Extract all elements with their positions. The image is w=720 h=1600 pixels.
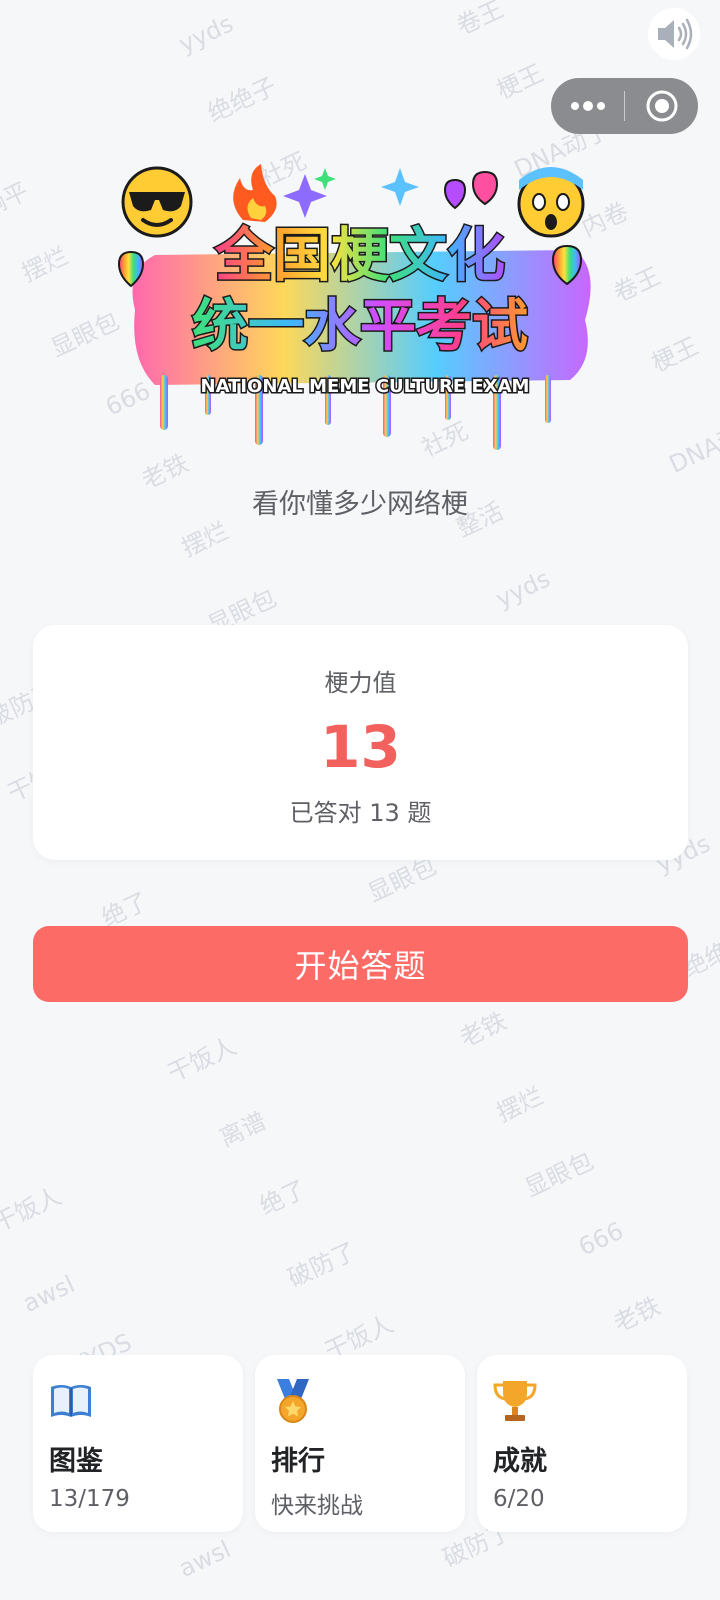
watermark: 绝绝子 [203, 71, 281, 128]
medal-icon [277, 1379, 309, 1423]
ranking-title: 排行 [271, 1446, 325, 1477]
watermark: 破防了 [283, 1236, 361, 1293]
start-quiz-button[interactable]: 开始答题 [33, 926, 688, 1002]
exam-logo: 全国梗文化 统一水平考试 NATIONAL MEME CULTURE EXAM [117, 164, 591, 450]
more-button[interactable] [551, 78, 624, 134]
watermark: 卷王 [452, 0, 508, 41]
watermark: 显眼包 [520, 1146, 598, 1203]
watermark: 躺平 [0, 176, 33, 223]
page-subtitle: 看你懂多少网络梗 [252, 489, 468, 520]
target-icon [646, 90, 677, 122]
shocked-emoji-icon [517, 167, 585, 238]
achievements-card[interactable]: 成就 6/20 [477, 1355, 687, 1532]
watermark: awsl [174, 1535, 235, 1583]
close-miniprogram-button[interactable] [625, 78, 698, 134]
watermark: awsl [18, 1270, 79, 1318]
score-card: 梗力值 13 已答对 13 题 [33, 625, 688, 860]
watermark: 绝了 [255, 1174, 311, 1221]
book-icon [51, 1385, 91, 1417]
watermark: 老铁 [609, 1291, 665, 1338]
logo-line1: 全国梗文化 [214, 221, 505, 289]
watermark: yyds [491, 564, 555, 614]
more-dots-icon [570, 101, 605, 111]
achievements-title: 成就 [493, 1446, 547, 1477]
watermark: 离谱 [215, 1106, 271, 1153]
watermark: 梗王 [492, 58, 548, 105]
ranking-subtitle: 快来挑战 [271, 1493, 363, 1519]
watermark: 显眼包 [46, 306, 124, 363]
watermark: yyds [174, 9, 238, 59]
collection-card[interactable]: 图鉴 13/179 [33, 1355, 243, 1532]
watermark: 梗王 [647, 331, 703, 378]
watermark: 干饭人 [0, 1181, 66, 1238]
watermark: 666 [574, 1216, 628, 1262]
score-summary: 已答对 13 题 [289, 799, 432, 827]
collection-progress: 13/179 [49, 1486, 130, 1512]
home-page: yyds 绝绝子 卷王 梗王 DNA动了 社死 躺平 内卷 摆烂 卷王 显眼包 … [0, 0, 720, 1600]
logo-english: NATIONAL MEME CULTURE EXAM [201, 376, 530, 397]
watermark: 老铁 [455, 1006, 511, 1053]
miniprogram-capsule [551, 78, 698, 134]
logo-line2: 统一水平考试 [192, 294, 528, 359]
watermark: 卷王 [609, 261, 665, 308]
speaker-icon [658, 18, 693, 50]
sound-toggle-button[interactable] [648, 8, 700, 60]
sunglasses-emoji-icon [121, 166, 193, 238]
watermark: 摆烂 [17, 241, 73, 288]
collection-title: 图鉴 [49, 1446, 103, 1477]
watermark: DNA动了 [664, 410, 720, 479]
watermark: 摆烂 [492, 1081, 548, 1128]
watermark: 干饭人 [163, 1031, 241, 1088]
ranking-card[interactable]: 排行 快来挑战 [255, 1355, 465, 1532]
trophy-icon [493, 1381, 537, 1421]
score-value: 13 [320, 713, 401, 781]
score-label: 梗力值 [324, 669, 397, 697]
achievements-progress: 6/20 [493, 1486, 545, 1512]
